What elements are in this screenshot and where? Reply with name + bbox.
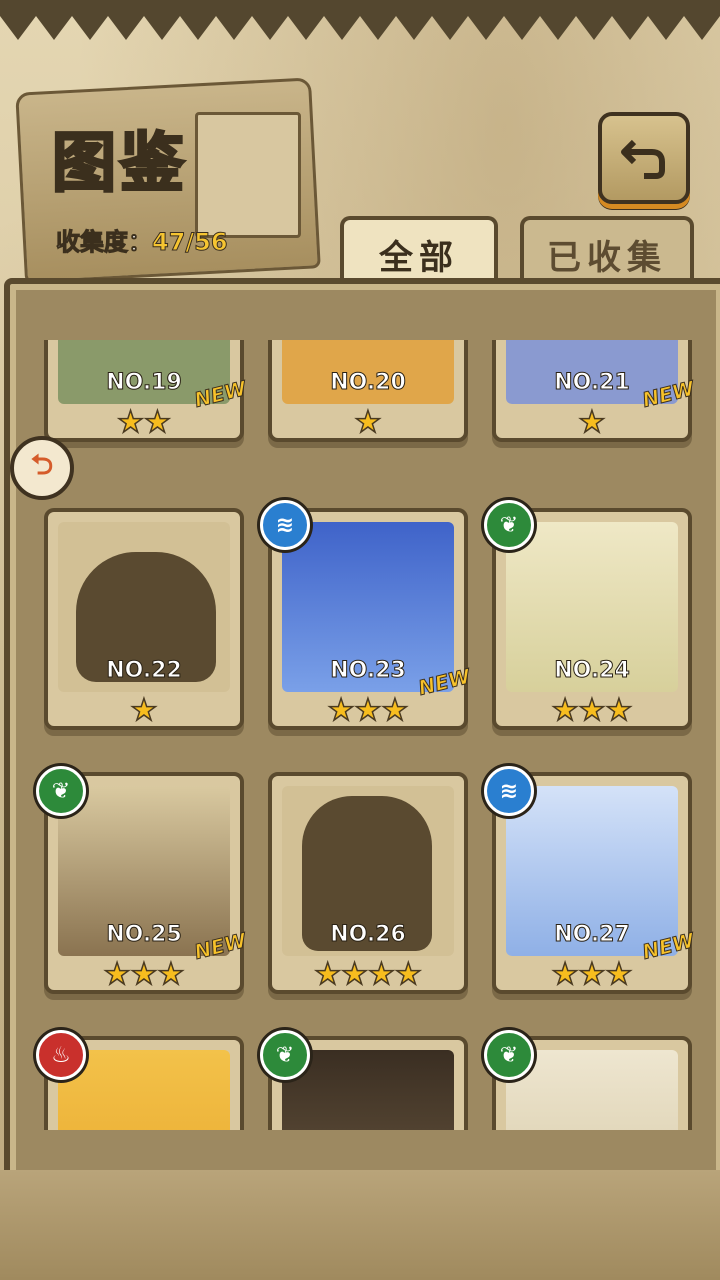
star-rating: ★ [130, 693, 158, 728]
card-grid[interactable]: NO.19 NEW ★★ NO.20 ★ NO.21 NEW ★ NO.22 ★… [20, 340, 700, 1130]
star-rating: ★★★ [327, 693, 409, 728]
collection-value: 47/56 [152, 228, 229, 257]
fire-element-icon: ♨ [36, 1030, 86, 1080]
card-number: NO.22 [106, 658, 183, 684]
collection-progress: 收集度：47/56 [56, 222, 229, 257]
star-rating: ★★★★ [313, 957, 422, 992]
water-element-icon: ≋ [260, 500, 310, 550]
star-rating: ★★★ [103, 957, 185, 992]
card-no-20[interactable]: NO.20 ★ [268, 340, 468, 442]
bottom-area [0, 1170, 720, 1280]
star-rating: ★ [354, 405, 382, 440]
card-no-19[interactable]: NO.19 NEW ★★ [44, 340, 249, 442]
back-button[interactable] [598, 112, 690, 204]
leaf-element-icon: ❦ [484, 500, 534, 550]
page-title: 图鉴 [51, 126, 188, 203]
collection-label: 收集度： [56, 228, 153, 257]
leaf-element-icon: ❦ [260, 1030, 310, 1080]
star-rating: ★ [578, 405, 606, 440]
star-rating: ★★ [116, 405, 171, 440]
water-element-icon: ≋ [484, 766, 534, 816]
star-rating: ★★★ [551, 693, 633, 728]
star-rating: ★★★ [551, 957, 633, 992]
leaf-element-icon: ❦ [484, 1030, 534, 1080]
card-number: NO.24 [554, 658, 631, 684]
card-number: NO.20 [330, 370, 407, 396]
card-no-21[interactable]: NO.21 NEW ★ [492, 340, 697, 442]
book-page [195, 112, 301, 238]
left-arrow-icon[interactable]: ⮌ [10, 436, 74, 500]
back-arrow-icon [621, 139, 665, 179]
card-number: NO.26 [330, 922, 407, 948]
card-no-26[interactable]: NO.26 ★★★★ [268, 772, 468, 994]
card-no-22[interactable]: NO.22 ★ [44, 508, 244, 730]
leaf-element-icon: ❦ [36, 766, 86, 816]
